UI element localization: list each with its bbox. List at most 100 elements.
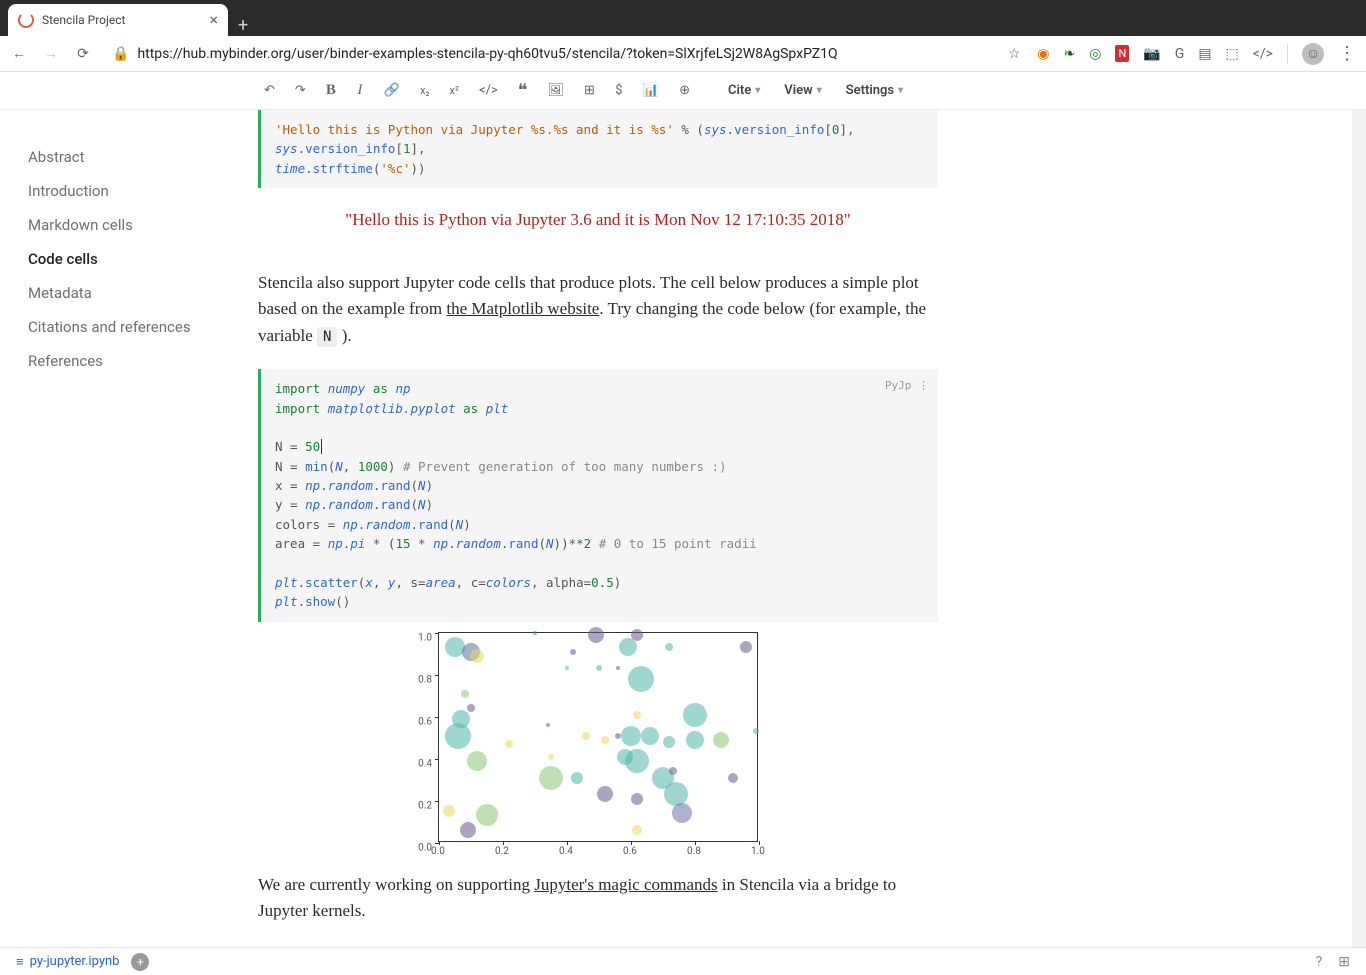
scatter-point [470,649,484,663]
new-tab-button[interactable]: + [228,15,258,36]
superscript-button[interactable]: x² [444,80,466,101]
scatter-point [669,767,677,775]
italic-button[interactable]: I [350,78,370,103]
image-button[interactable]: 🖼 [541,79,570,102]
x-tick-label: 0.6 [623,846,637,857]
scatter-point [728,773,738,783]
scatter-point [565,666,569,670]
scatter-point [548,754,554,760]
scatter-point [641,727,659,745]
scatter-point [665,643,673,651]
sidebar-item-metadata[interactable]: Metadata [28,276,230,310]
ext-icon-1[interactable]: ◉ [1037,46,1049,62]
sidebar-item-citations-and-references[interactable]: Citations and references [28,310,230,344]
x-tick-label: 0.0 [431,846,445,857]
code-cell-1[interactable]: 'Hello this is Python via Jupyter %s.%s … [258,110,938,188]
code-cell-2[interactable]: PyJp ⋮ import numpy as np import matplot… [258,369,938,622]
browser-tab[interactable]: Stencila Project × [8,4,228,36]
open-file-chip[interactable]: ≡ py-jupyter.ipynb [16,954,119,970]
code-output-1: "Hello this is Python via Jupyter 3.6 an… [258,192,938,254]
add-button[interactable]: ⊕ [673,79,696,102]
reload-button[interactable]: ⟳ [74,46,92,62]
scatter-point [631,629,643,641]
scatter-point [461,690,469,698]
matplotlib-link[interactable]: the Matplotlib website [446,299,599,318]
subscript-button[interactable]: x₂ [414,80,436,101]
toolbar-divider [1287,44,1288,64]
sidebar-item-markdown-cells[interactable]: Markdown cells [28,208,230,242]
prose-2: We are currently working on supporting J… [258,872,938,925]
cite-menu[interactable]: Cite▾ [720,83,768,98]
url-field[interactable]: 🔒 https://hub.mybinder.org/user/binder-e… [106,46,991,62]
prose-1: Stencila also support Jupyter code cells… [258,270,938,349]
scatter-point [619,638,637,656]
x-tick-label: 0.4 [559,846,573,857]
profile-avatar[interactable]: ☺ [1302,43,1324,65]
add-file-button[interactable]: + [131,953,149,971]
bold-button[interactable]: B [320,78,342,103]
scatter-point [753,728,759,734]
sidebar-item-introduction[interactable]: Introduction [28,174,230,208]
ext-icon-8[interactable]: ⬚ [1226,46,1239,62]
url-text: https://hub.mybinder.org/user/binder-exa… [137,46,837,62]
back-button[interactable]: ← [10,45,28,62]
sidebar-item-code-cells[interactable]: Code cells [28,242,230,276]
ext-icon-7[interactable]: ▤ [1198,46,1211,62]
ext-icon-9[interactable]: </> [1253,46,1273,62]
scrollbar[interactable] [1352,110,1366,947]
tab-title: Stencila Project [42,13,201,27]
y-tick-label: 0.4 [418,758,432,769]
sidebar-item-abstract[interactable]: Abstract [28,140,230,174]
scatter-point [633,711,641,719]
scatter-point [460,822,476,838]
scatter-point [672,803,692,823]
scatter-point [476,804,498,826]
settings-menu[interactable]: Settings▾ [838,83,911,98]
browser-tab-strip: Stencila Project × + [0,0,1366,36]
x-tick-label: 0.2 [495,846,509,857]
ext-icon-6[interactable]: G [1175,46,1185,62]
link-button[interactable]: 🔗 [378,79,406,102]
y-tick-label: 0.8 [418,674,432,685]
undo-button[interactable]: ↶ [258,79,281,102]
ext-icon-3[interactable]: ◎ [1089,46,1101,62]
scatter-point [505,740,513,748]
scatter-point [570,649,576,655]
quote-button[interactable]: ❝ [512,76,534,105]
magic-commands-link[interactable]: Jupyter's magic commands [534,875,717,894]
scatter-point [616,666,620,670]
scatter-point [628,666,654,692]
sidebar-item-references[interactable]: References [28,344,230,378]
y-tick-label: 1.0 [418,632,432,643]
scatter-point [546,723,550,727]
status-bar: ≡ py-jupyter.ipynb + ? ⊞ [0,947,1366,975]
scatter-point [663,736,675,748]
scatter-point [631,793,643,805]
forward-button[interactable]: → [42,45,60,62]
scatter-point [621,726,641,746]
currency-button[interactable]: $ [609,79,629,102]
redo-button[interactable]: ↷ [289,79,312,102]
help-icon[interactable]: ? [1316,954,1323,970]
lock-icon: 🔒 [112,46,129,62]
outline-sidebar: AbstractIntroductionMarkdown cellsCode c… [0,110,258,947]
ext-icon-5[interactable]: 📷 [1143,46,1160,62]
editor-toolbar: ↶ ↷ B I 🔗 x₂ x² </> ❝ 🖼 ⊞ $ 📊 ⊕ Cite▾ Vi… [0,72,1366,110]
table-button[interactable]: ⊞ [578,79,601,102]
address-bar: ← → ⟳ 🔒 https://hub.mybinder.org/user/bi… [0,36,1366,72]
tab-close-icon[interactable]: × [209,12,218,28]
scatter-point [452,710,470,728]
chart-button[interactable]: 📊 [637,79,665,102]
scatter-point [617,749,633,765]
scatter-point [596,665,602,671]
settings-icon[interactable]: ⊞ [1338,954,1350,970]
star-icon[interactable]: ☆ [1005,46,1023,62]
view-menu[interactable]: View▾ [776,83,829,98]
x-tick-label: 1.0 [751,846,765,857]
code-button[interactable]: </> [473,79,504,102]
document-content[interactable]: 'Hello this is Python via Jupyter %s.%s … [258,110,1352,947]
ext-icon-4[interactable]: N [1115,45,1129,62]
cell-language-badge[interactable]: PyJp ⋮ [885,377,928,394]
ext-icon-2[interactable]: ❧ [1064,46,1076,62]
browser-menu-icon[interactable]: ⋮ [1338,43,1356,64]
